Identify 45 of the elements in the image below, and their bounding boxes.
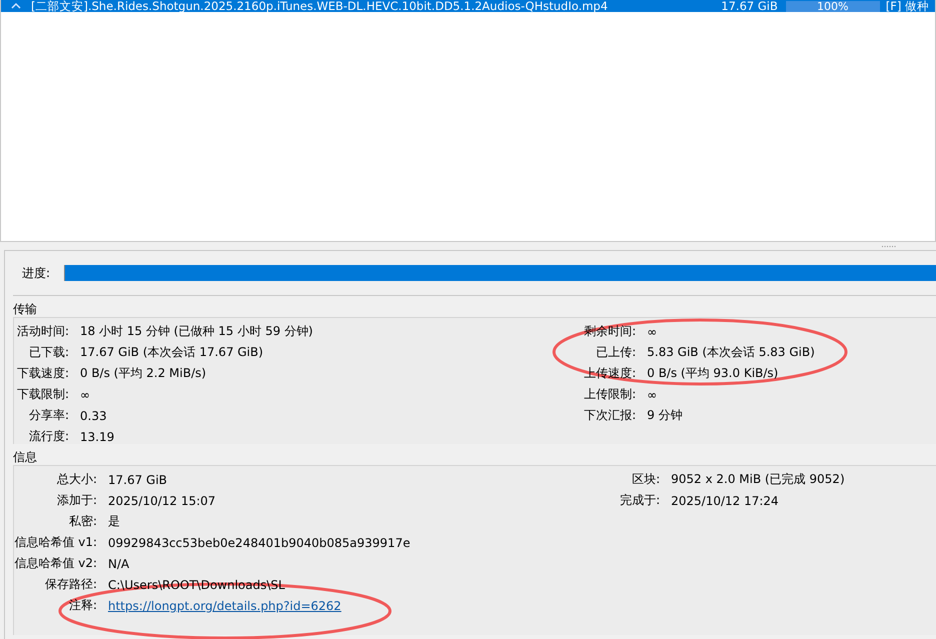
field-label: 私密:	[68, 513, 97, 530]
field-label: 注释:	[68, 597, 97, 614]
field-value: 5.83 GiB (本次会话 5.83 GiB)	[647, 344, 815, 361]
field-label: 区块:	[632, 471, 660, 488]
field-label: 添加于:	[56, 492, 97, 509]
field-value: 09929843cc53beb0e248401b9040b085a939917e	[108, 536, 410, 550]
progress-text: 100%	[816, 1, 850, 12]
field-label: 上传限制:	[584, 386, 636, 403]
field-label: 总大小:	[56, 471, 97, 488]
field-value: ∞	[647, 388, 657, 402]
field-label: 已下载:	[28, 344, 69, 361]
field-label: 活动时间:	[16, 323, 69, 340]
field-label: 已上传:	[596, 344, 636, 361]
field-value: 是	[108, 513, 120, 530]
field-label: 下次汇报:	[584, 407, 636, 424]
field-value: 2025/10/12 15:07	[108, 494, 216, 508]
splitter-handle-icon[interactable]	[880, 244, 896, 248]
field-label: 保存路径:	[44, 576, 97, 593]
field-value: 9052 x 2.0 MiB (已完成 9052)	[671, 471, 845, 488]
field-label: 完成于:	[620, 492, 660, 509]
field-value: 9 分钟	[647, 407, 682, 424]
field-value: 0 B/s (平均 93.0 KiB/s)	[647, 365, 778, 382]
field-label: 信息哈希值 v1:	[14, 534, 97, 551]
field-value: ∞	[647, 324, 657, 338]
field-value: N/A	[108, 556, 130, 570]
field-value: 13.19	[80, 430, 114, 444]
field-value: 18 小时 15 分钟 (已做种 15 小时 59 分钟)	[80, 323, 313, 340]
field-value: 2025/10/12 17:24	[671, 494, 779, 508]
field-value: ∞	[80, 388, 90, 402]
field-label: 分享率:	[28, 407, 69, 424]
field-value: 17.67 GiB (本次会话 17.67 GiB)	[80, 344, 264, 361]
field-label: 下载限制:	[16, 386, 69, 403]
torrent-status: [F] 做种	[886, 0, 930, 12]
field-value: 17.67 GiB	[108, 472, 168, 486]
section-title: 信息	[13, 449, 38, 465]
torrent-size: 17.67 GiB	[721, 0, 779, 12]
field-label: 信息哈希值 v2:	[14, 555, 97, 572]
field-label: 流行度:	[28, 428, 69, 445]
chevron-icon	[11, 2, 21, 10]
section-title: 传输	[13, 301, 38, 317]
field-value: 0 B/s (平均 2.2 MiB/s)	[80, 365, 206, 382]
field-value: 0.33	[80, 408, 107, 422]
field-label: 下载速度:	[16, 365, 69, 382]
progress-label: 进度:	[22, 264, 52, 282]
comment-link[interactable]: https://longpt.org/details.php?id=6262	[108, 598, 342, 612]
